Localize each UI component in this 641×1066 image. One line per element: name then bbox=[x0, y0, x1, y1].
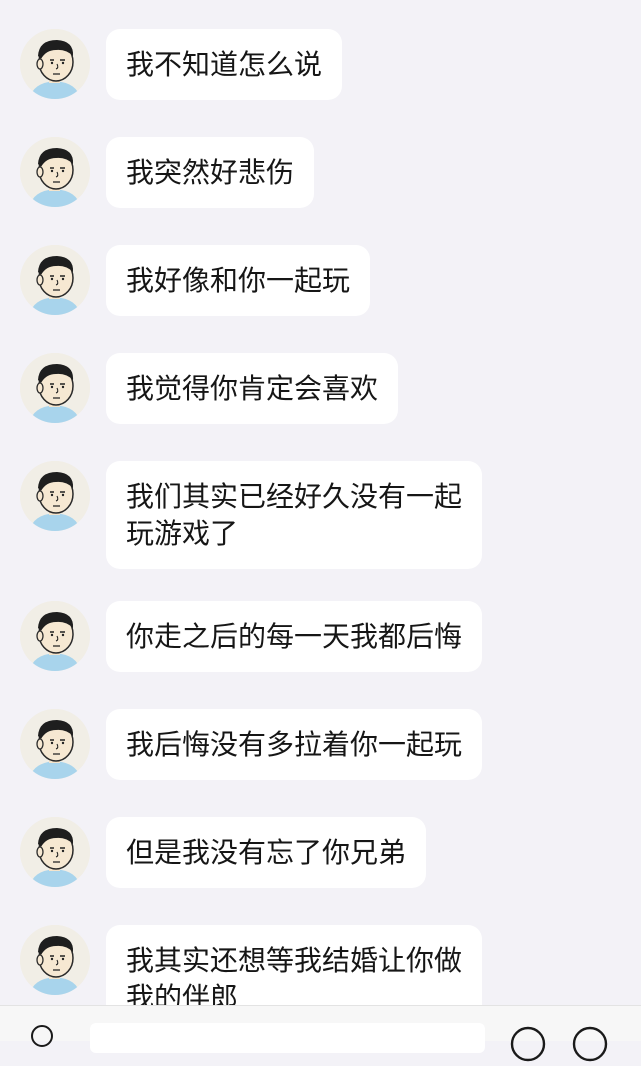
plus-icon[interactable] bbox=[572, 1026, 608, 1062]
message-bubble[interactable]: 我好像和你一起玩 bbox=[106, 245, 371, 316]
message-bubble[interactable]: 我们其实已经好久没有一起 玩游戏了 bbox=[106, 461, 483, 569]
emoji-icon[interactable] bbox=[510, 1026, 546, 1062]
voice-icon[interactable] bbox=[30, 1024, 54, 1048]
avatar[interactable] bbox=[20, 29, 90, 99]
message-bubble[interactable]: 我突然好悲伤 bbox=[106, 137, 315, 208]
avatar[interactable] bbox=[20, 817, 90, 887]
message-bubble[interactable]: 我觉得你肯定会喜欢 bbox=[106, 353, 399, 424]
avatar[interactable] bbox=[20, 353, 90, 423]
message-bubble[interactable]: 你走之后的每一天我都后悔 bbox=[106, 601, 483, 672]
message-input[interactable] bbox=[90, 1023, 485, 1053]
avatar[interactable] bbox=[20, 461, 90, 531]
message-bubble[interactable]: 我不知道怎么说 bbox=[106, 29, 343, 100]
avatar[interactable] bbox=[20, 245, 90, 315]
avatar[interactable] bbox=[20, 709, 90, 779]
message-bubble[interactable]: 但是我没有忘了你兄弟 bbox=[106, 817, 427, 888]
chat-input-bar bbox=[0, 1005, 641, 1062]
message-bubble[interactable]: 我后悔没有多拉着你一起玩 bbox=[106, 709, 483, 780]
avatar[interactable] bbox=[20, 925, 90, 995]
avatar[interactable] bbox=[20, 601, 90, 671]
avatar[interactable] bbox=[20, 137, 90, 207]
chat-message-list[interactable]: 我不知道怎么说 我突然好悲伤 我好像和你一起玩 我觉得你肯定会喜欢 我们其实已经… bbox=[0, 0, 641, 1005]
message-bubble[interactable]: 我其实还想等我结婚让你做 我的伴郎 bbox=[106, 925, 483, 1005]
